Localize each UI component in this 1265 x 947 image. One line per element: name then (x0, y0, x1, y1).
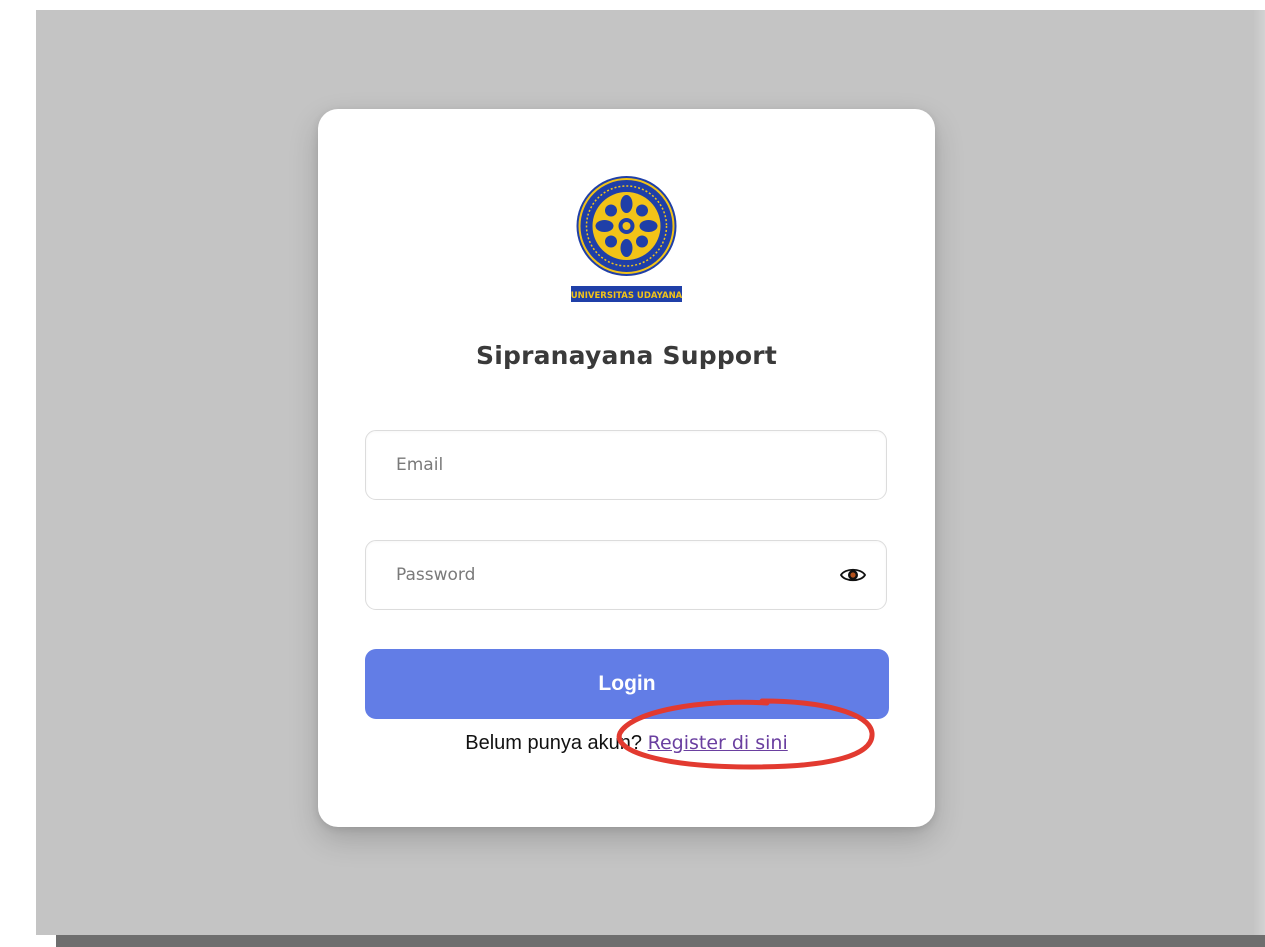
login-card: UNIVERSITAS UDAYANA Sipranayana Support … (318, 109, 935, 827)
email-input[interactable] (396, 431, 816, 499)
frame-bottom-shadow (56, 935, 1265, 947)
password-field-container (365, 540, 887, 610)
password-input[interactable] (396, 541, 816, 609)
university-logo: UNIVERSITAS UDAYANA (571, 176, 683, 302)
frame-right-shadow (1253, 10, 1265, 947)
register-row: Belum punya akun? Register di sini (318, 732, 935, 755)
login-button[interactable]: Login (365, 649, 889, 719)
page-title: Sipranayana Support (476, 341, 777, 370)
logo-banner-text: UNIVERSITAS UDAYANA (571, 291, 683, 301)
register-prompt: Belum punya akun? (465, 732, 643, 754)
register-link[interactable]: Register di sini (648, 732, 788, 754)
email-field-container (365, 430, 887, 500)
eye-icon[interactable] (840, 565, 866, 585)
